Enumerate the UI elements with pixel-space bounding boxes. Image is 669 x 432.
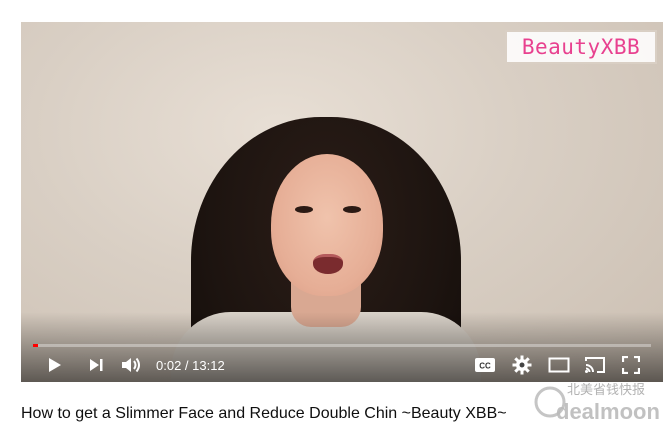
next-icon	[90, 359, 103, 371]
cast-icon	[585, 357, 605, 373]
duration: 13:12	[192, 358, 225, 373]
miniplayer-icon	[548, 357, 570, 373]
player-controls: 0:02 / 13:12 CC	[21, 350, 663, 380]
captions-icon: CC	[475, 358, 495, 372]
watermark-cjk-text: 北美省钱快报	[567, 383, 645, 398]
time-display: 0:02 / 13:12	[156, 358, 225, 373]
captions-button[interactable]: CC	[474, 354, 496, 376]
presenter-mouth	[313, 254, 343, 274]
current-time: 0:02	[156, 358, 182, 373]
watermark-latin-text: dealmoon	[556, 399, 660, 424]
time-separator: /	[181, 358, 193, 373]
play-button[interactable]	[43, 354, 65, 376]
presenter-right-eye	[343, 206, 361, 213]
miniplayer-button[interactable]	[548, 354, 570, 376]
presenter-face	[271, 154, 383, 296]
presenter-left-eye	[295, 206, 313, 213]
progress-bar[interactable]	[33, 344, 651, 347]
play-icon	[49, 358, 61, 372]
settings-button[interactable]	[511, 354, 533, 376]
channel-logo: BeautyXBB	[505, 30, 657, 64]
fullscreen-button[interactable]	[620, 354, 642, 376]
video-player[interactable]: BeautyXBB 0:02 / 13:12 CC	[21, 22, 663, 382]
cast-button[interactable]	[584, 354, 606, 376]
gear-icon	[512, 355, 532, 375]
fullscreen-icon	[622, 356, 640, 374]
progress-played	[33, 344, 38, 347]
next-button[interactable]	[85, 354, 107, 376]
svg-text:CC: CC	[479, 362, 491, 371]
volume-button[interactable]	[120, 354, 142, 376]
channel-logo-text: BeautyXBB	[521, 35, 641, 59]
volume-icon	[122, 357, 140, 373]
video-title[interactable]: How to get a Slimmer Face and Reduce Dou…	[21, 405, 507, 423]
